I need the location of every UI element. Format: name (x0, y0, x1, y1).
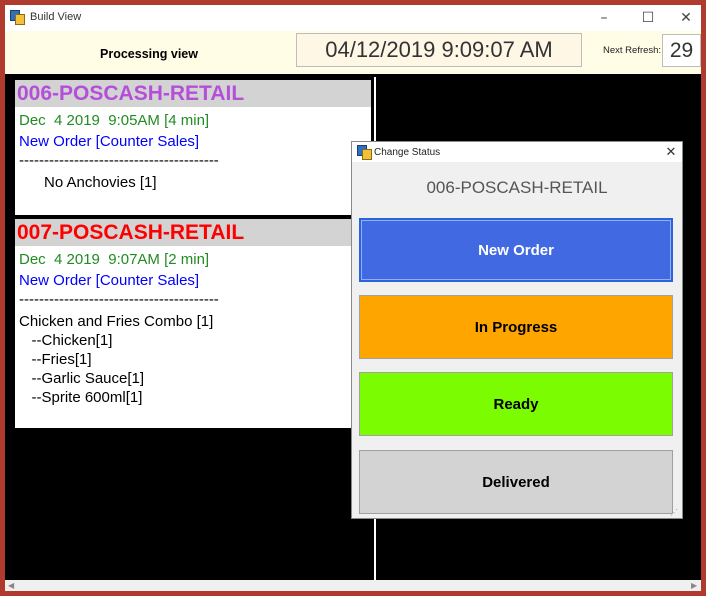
order-card[interactable]: 007-POSCASH-RETAIL Dec 4 2019 9:07AM [2 … (15, 219, 371, 428)
order-status: New Order [Counter Sales] (19, 272, 200, 289)
delivered-button[interactable]: Delivered (359, 450, 673, 514)
order-status: New Order [Counter Sales] (19, 133, 200, 150)
in-progress-button[interactable]: In Progress (359, 295, 673, 359)
window-title: Build View (30, 11, 82, 23)
order-item: --Garlic Sauce[1] (19, 370, 145, 387)
order-separator: ---------------------------------------- (19, 152, 219, 169)
order-item: Chicken and Fries Combo [1] (19, 313, 214, 330)
dialog-order-heading: 006-POSCASH-RETAIL (426, 178, 608, 197)
order-title: 007-POSCASH-RETAIL (15, 219, 371, 246)
next-refresh-counter: 29 (662, 34, 701, 67)
next-refresh-label: Next Refresh: (603, 45, 662, 56)
scroll-right-icon[interactable]: ▶ (691, 581, 697, 590)
order-item: --Sprite 600ml[1] (19, 389, 143, 406)
order-item: No Anchovies [1] (19, 174, 157, 191)
new-order-button[interactable]: New Order (359, 218, 673, 282)
clock-display: 04/12/2019 9:09:07 AM (296, 33, 582, 67)
scroll-left-icon[interactable]: ◀ (8, 581, 14, 590)
order-time: Dec 4 2019 9:05AM [4 min] (19, 112, 210, 129)
change-status-dialog: Change Status ✕ 006-POSCASH-RETAIL New O… (351, 141, 683, 519)
processing-view-label: Processing view (100, 47, 198, 61)
dialog-close-button[interactable]: ✕ (662, 143, 680, 161)
header-band: Processing view 04/12/2019 9:09:07 AM Ne… (5, 31, 701, 74)
app-icon (10, 10, 25, 25)
dialog-titlebar[interactable]: Change Status ✕ (352, 142, 682, 162)
close-button[interactable]: ✕ (669, 5, 703, 31)
dialog-app-icon (357, 145, 372, 160)
dialog-title: Change Status (374, 147, 441, 158)
order-separator: ---------------------------------------- (19, 291, 219, 308)
horizontal-scrollbar[interactable]: ◀ ▶ (5, 580, 701, 591)
resize-grip-icon[interactable]: ⋰ (670, 508, 680, 518)
order-title: 006-POSCASH-RETAIL (15, 80, 371, 107)
order-card[interactable]: 006-POSCASH-RETAIL Dec 4 2019 9:05AM [4 … (15, 80, 371, 215)
ready-button[interactable]: Ready (359, 372, 673, 436)
order-item: --Fries[1] (19, 351, 92, 368)
window-titlebar[interactable]: Build View – ☐ ✕ (5, 5, 701, 31)
order-time: Dec 4 2019 9:07AM [2 min] (19, 251, 210, 268)
order-item: --Chicken[1] (19, 332, 113, 349)
maximize-button[interactable]: ☐ (631, 5, 665, 31)
minimize-button[interactable]: – (587, 5, 621, 31)
